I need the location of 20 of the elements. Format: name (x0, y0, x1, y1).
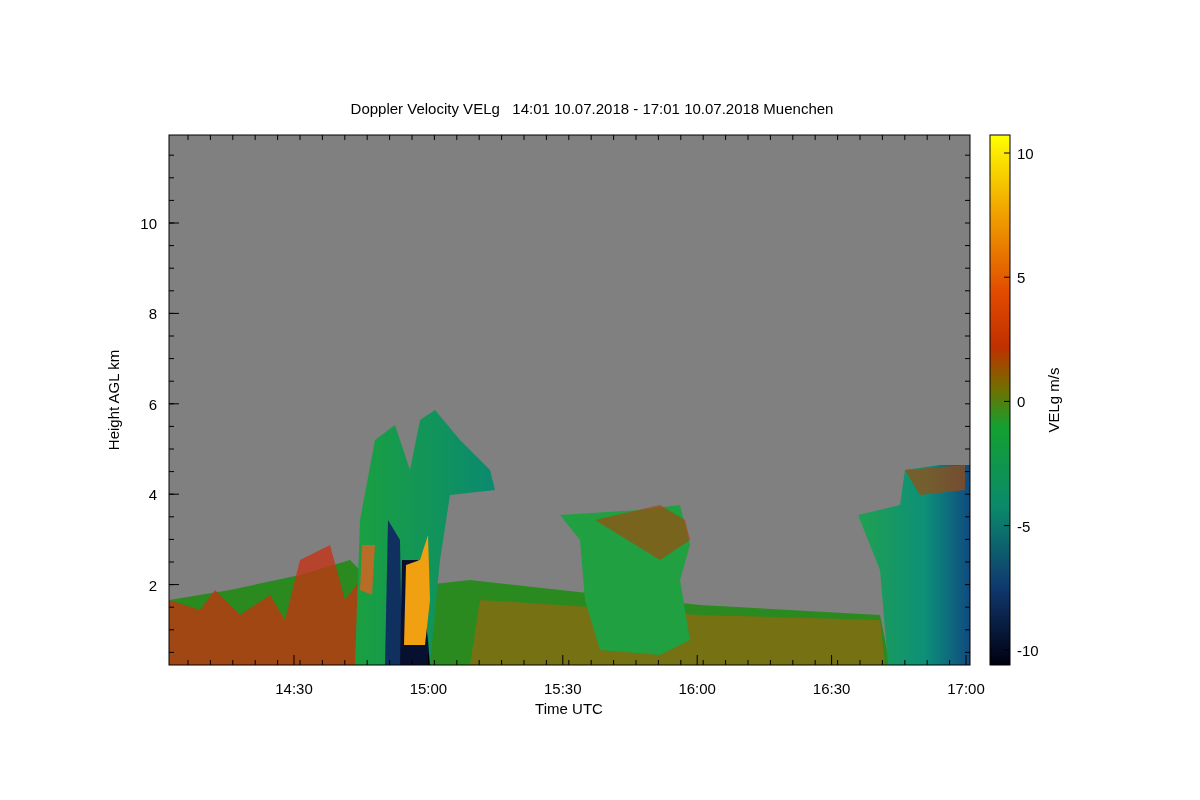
colorbar-tick-label: 10 (1017, 145, 1034, 162)
colorbar-tick-label: -5 (1017, 517, 1031, 535)
y-tick-label: 2 (148, 576, 157, 594)
x-tick-label: 15:00 (409, 680, 448, 697)
x-tick-label: 14:30 (275, 680, 313, 697)
colorbar-tick-label: -10 (1017, 641, 1039, 659)
y-tick-label: 6 (148, 395, 157, 413)
y-tick-label: 4 (148, 486, 157, 504)
chart-title: Doppler Velocity VELg 14:01 10.07.2018 - 17:01 10.07.2018 Muenchen (350, 100, 834, 117)
y-tick-label: 8 (148, 305, 157, 323)
y-axis-label: Height AGL km (105, 349, 122, 451)
y-tick-label: 10 (140, 215, 157, 232)
colorbar-label: VELg m/s (1045, 367, 1062, 433)
colorbar-tick-label: 0 (1017, 393, 1026, 411)
x-axis-label: Time UTC (535, 700, 603, 717)
x-tick-label: 17:00 (947, 680, 985, 697)
x-tick-label: 15:30 (544, 680, 582, 697)
x-tick-label: 16:00 (678, 680, 716, 697)
x-tick-label: 16:30 (812, 680, 851, 697)
colorbar-tick-label: 5 (1017, 269, 1026, 287)
